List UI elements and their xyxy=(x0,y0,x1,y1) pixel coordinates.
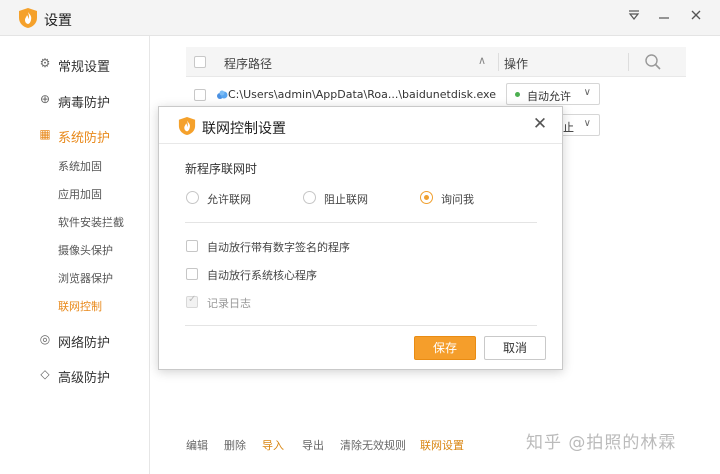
column-header-action: 操作 xyxy=(504,57,529,71)
radio-block[interactable] xyxy=(303,191,316,204)
sidebar-subitem-app-hardening[interactable]: 应用加固 xyxy=(58,186,102,202)
close-button[interactable] xyxy=(686,8,706,28)
column-header-path[interactable]: 程序路径 xyxy=(224,55,272,72)
radio-allow[interactable] xyxy=(186,191,199,204)
section-divider xyxy=(185,222,537,223)
sidebar-item-network[interactable]: ◎ 网络防护 xyxy=(0,326,150,354)
sidebar-item-label: 常规设置 xyxy=(58,60,111,75)
plus-square-icon: ⊕ xyxy=(39,92,51,106)
sidebar-subitem-network-control[interactable]: 联网控制 xyxy=(58,298,102,314)
auto-allow-signed-label[interactable]: 自动放行带有数字签名的程序 xyxy=(207,239,350,255)
chevron-down-icon: ∨ xyxy=(583,87,591,98)
row-checkbox[interactable] xyxy=(194,89,206,101)
action-dropdown[interactable]: 自动允许 ∨ xyxy=(506,83,600,105)
import-link[interactable]: 导入 xyxy=(262,437,284,453)
cancel-button[interactable]: 取消 xyxy=(484,336,546,360)
section-heading: 新程序联网时 xyxy=(185,162,258,176)
huorong-logo-icon xyxy=(19,8,37,28)
sidebar-item-general[interactable]: ⚙ 常规设置 xyxy=(0,50,150,78)
column-divider xyxy=(628,53,629,71)
title-bar: 设置 xyxy=(0,0,720,36)
save-button[interactable]: 保存 xyxy=(414,336,476,360)
dialog-close-button[interactable]: ✕ xyxy=(530,114,550,134)
sidebar-subitem-system-hardening[interactable]: 系统加固 xyxy=(58,158,102,174)
sidebar-item-system[interactable]: ▦ 系统防护 xyxy=(0,121,150,149)
search-icon[interactable] xyxy=(644,53,662,71)
sidebar-item-virus[interactable]: ⊕ 病毒防护 xyxy=(0,86,150,114)
sidebar-item-label: 病毒防护 xyxy=(58,96,111,111)
sidebar-item-label: 网络防护 xyxy=(58,336,111,351)
action-value: 自动允许 xyxy=(527,90,571,103)
huorong-logo-icon xyxy=(178,117,196,135)
dialog-title: 联网控制设置 xyxy=(202,121,286,137)
radio-ask-label[interactable]: 询问我 xyxy=(441,191,474,207)
minimize-button[interactable] xyxy=(654,8,674,28)
sidebar-subitem-camera[interactable]: 摄像头保护 xyxy=(58,242,113,258)
delete-link[interactable]: 删除 xyxy=(224,437,246,453)
log-checkbox xyxy=(186,294,198,308)
sort-asc-icon[interactable]: ∧ xyxy=(478,54,486,67)
sidebar-subitem-browser[interactable]: 浏览器保护 xyxy=(58,270,113,286)
diamond-icon: ◇ xyxy=(40,367,50,381)
program-path: C:\Users\admin\AppData\Roa...\baidunetdi… xyxy=(228,88,496,101)
dialog-header-divider xyxy=(159,143,562,144)
network-control-dialog: 联网控制设置 ✕ 新程序联网时 允许联网 阻止联网 询问我 自动放行带有数字签名… xyxy=(158,106,563,370)
export-link[interactable]: 导出 xyxy=(302,437,324,453)
footer-divider xyxy=(185,325,537,326)
log-label: 记录日志 xyxy=(207,297,251,310)
sidebar-item-advanced[interactable]: ◇ 高级防护 xyxy=(0,361,150,389)
auto-allow-system-label[interactable]: 自动放行系统核心程序 xyxy=(207,267,317,283)
globe-icon: ◎ xyxy=(39,332,51,346)
watermark: 知乎 @拍照的林霖 xyxy=(526,433,677,453)
grid-icon: ▦ xyxy=(39,127,51,141)
baidunetdisk-app-icon xyxy=(217,90,228,99)
select-all-checkbox[interactable] xyxy=(194,56,206,68)
menu-dropdown-icon[interactable] xyxy=(624,8,644,28)
edit-link[interactable]: 编辑 xyxy=(186,437,208,453)
sidebar: ⚙ 常规设置 ⊕ 病毒防护 ▦ 系统防护 系统加固 应用加固 软件安装拦截 摄像… xyxy=(0,36,150,474)
chevron-down-icon: ∨ xyxy=(583,118,591,129)
radio-allow-label[interactable]: 允许联网 xyxy=(207,191,251,207)
clear-invalid-rules-link[interactable]: 清除无效规则 xyxy=(340,437,406,453)
sidebar-subitem-install-block[interactable]: 软件安装拦截 xyxy=(58,214,124,230)
window-title: 设置 xyxy=(44,13,72,29)
auto-allow-system-checkbox[interactable] xyxy=(186,268,198,280)
sidebar-item-label: 系统防护 xyxy=(58,131,111,146)
gear-icon: ⚙ xyxy=(39,56,51,70)
table-header: 程序路径 ∧ 操作 xyxy=(186,47,686,77)
radio-ask[interactable] xyxy=(420,191,433,204)
status-dot xyxy=(515,92,520,97)
sidebar-item-label: 高级防护 xyxy=(58,371,111,386)
auto-allow-signed-checkbox[interactable] xyxy=(186,240,198,252)
radio-block-label[interactable]: 阻止联网 xyxy=(324,191,368,207)
column-divider xyxy=(498,53,499,71)
action-value: 止 xyxy=(563,121,574,134)
network-settings-link[interactable]: 联网设置 xyxy=(420,437,464,453)
